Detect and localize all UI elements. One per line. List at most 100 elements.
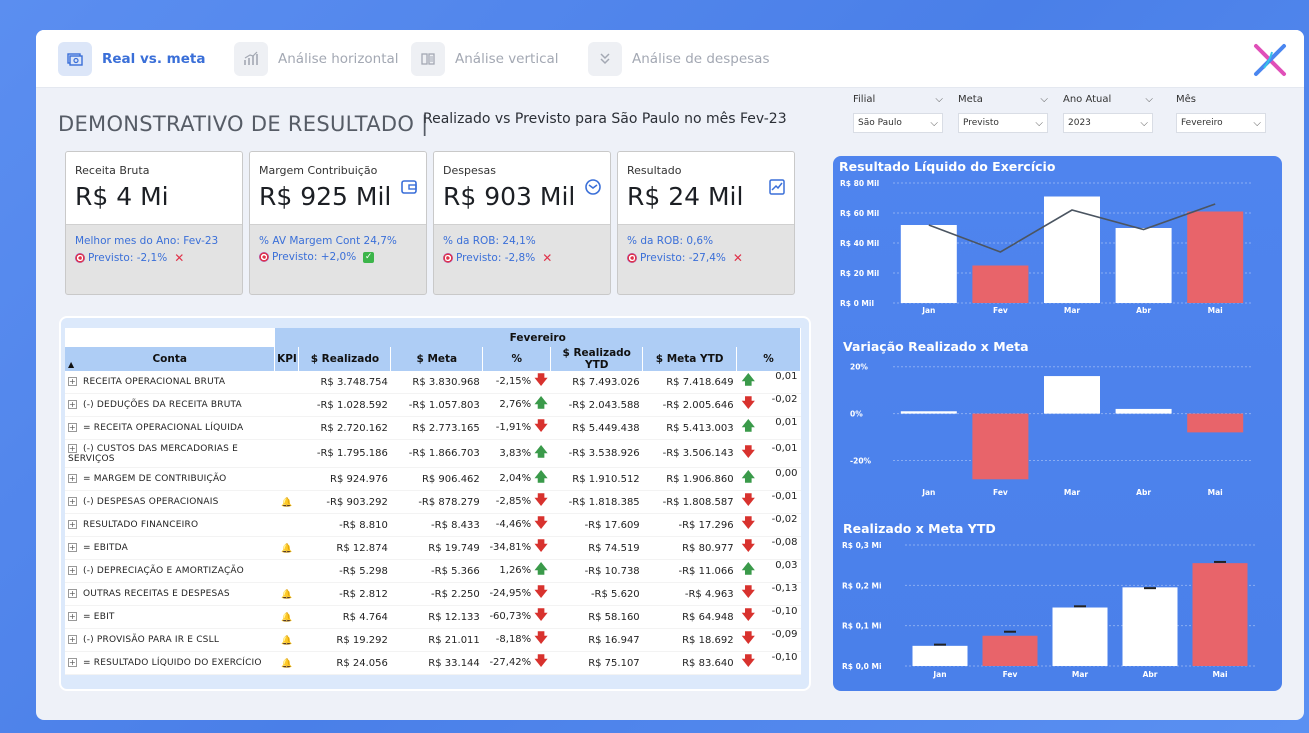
expand-icon[interactable]: + bbox=[68, 658, 77, 667]
table-row[interactable]: + = EBITDA 🔔 R$ 12.874 R$ 19.749 -34,81% 🡇 R$ … bbox=[65, 536, 801, 560]
expand-icon[interactable]: + bbox=[68, 377, 77, 386]
tab-real-vs-meta[interactable]: Real vs. meta bbox=[58, 42, 205, 76]
cell-pct-ytd: 🡅 0,03 bbox=[736, 559, 801, 583]
conta-label: RESULTADO FINANCEIRO bbox=[83, 520, 199, 530]
pct-ytd-value: -0,02 bbox=[771, 514, 798, 525]
chevron-down-icon[interactable]: ⌵ bbox=[1040, 94, 1048, 108]
table-row[interactable]: + (-) DESPESAS OPERACIONAIS 🔔 -R$ 903.292 -R… bbox=[65, 490, 801, 514]
expand-icon[interactable]: + bbox=[68, 612, 77, 621]
column-header-realizado[interactable]: $ Realizado bbox=[298, 347, 392, 371]
cell-pct: -1,91% 🡇 bbox=[482, 416, 551, 440]
table-row[interactable]: + (-) DEDUÇÕES DA RECEITA BRUTA -R$ 1.028.… bbox=[65, 393, 801, 417]
y-tick-label: R$ 40 Mil bbox=[840, 239, 879, 248]
table-row[interactable]: + = RESULTADO LÍQUIDO DO EXERCÍCIO 🔔 R$ 24.… bbox=[65, 651, 801, 675]
pct-value: 1,26% bbox=[499, 565, 532, 576]
x-tick-label: Fev bbox=[993, 306, 1008, 315]
cell-meta: R$ 21.011 bbox=[390, 628, 483, 652]
table-row[interactable]: + = RECEITA OPERACIONAL LÍQUIDA R$ 2.720.1… bbox=[65, 416, 801, 440]
cell-meta: R$ 19.749 bbox=[390, 536, 483, 560]
expand-icon[interactable]: + bbox=[68, 520, 77, 529]
x-tick-label: Jan bbox=[921, 306, 935, 315]
chart-variacao: 20% 0% -20% Jan Fev Mar Abr Mai bbox=[850, 363, 1251, 497]
chevron-down-icon: ⌵ bbox=[1253, 117, 1261, 129]
table-row[interactable]: + (-) CUSTOS DAS MERCADORIAS E SERVIÇOS -R… bbox=[65, 439, 801, 468]
column-header-conta[interactable]: Conta ▲ bbox=[65, 347, 276, 371]
filter-mes[interactable]: Mês Fevereiro ⌵ bbox=[1176, 94, 1266, 133]
expand-icon[interactable]: + bbox=[68, 423, 77, 432]
column-header-meta[interactable]: $ Meta bbox=[390, 347, 484, 371]
expand-icon[interactable]: + bbox=[68, 474, 77, 483]
kpi-value: R$ 903 Mil bbox=[443, 182, 576, 211]
kpi-detail: Melhor mes do Ano: Fev-23 bbox=[75, 235, 219, 247]
kpi-card-receita-bruta: Receita Bruta R$ 4 Mi Melhor mes do Ano:… bbox=[65, 151, 243, 295]
table-row[interactable]: + (-) PROVISÃO PARA IR E CSLL 🔔 R$ 19.292 R$… bbox=[65, 628, 801, 652]
table-row[interactable]: + RESULTADO FINANCEIRO -R$ 8.810 -R$ 8.433-… bbox=[65, 513, 801, 537]
filter-select[interactable]: Fevereiro ⌵ bbox=[1176, 113, 1266, 133]
expand-icon[interactable]: + bbox=[68, 566, 77, 575]
table-row[interactable]: + RECEITA OPERACIONAL BRUTA R$ 3.748.754 R$… bbox=[65, 371, 801, 394]
kpi-forecast-text: Previsto: -2,8% bbox=[456, 252, 536, 264]
sort-icon[interactable]: ▲ bbox=[68, 360, 74, 369]
column-header-meta-ytd[interactable]: $ Meta YTD bbox=[642, 347, 738, 371]
dre-table: Fevereiro Conta ▲ KPI $ Realizado $ Meta … bbox=[65, 328, 801, 675]
chevron-down-icon[interactable]: ⌵ bbox=[935, 94, 943, 108]
cell-meta: R$ 3.830.968 bbox=[390, 371, 483, 394]
cell-meta-ytd: -R$ 1.808.587 bbox=[642, 490, 737, 514]
cell-pct-ytd: 🡇 -0,02 bbox=[736, 513, 801, 537]
filter-select[interactable]: Previsto ⌵ bbox=[958, 113, 1048, 133]
expand-icon[interactable]: + bbox=[68, 635, 77, 644]
cell-kpi bbox=[274, 416, 299, 440]
x-tick-label: Abr bbox=[1136, 488, 1151, 497]
target-icon bbox=[75, 253, 85, 263]
filter-ano-atual[interactable]: Ano Atual ⌵ 2023 ⌵ bbox=[1063, 94, 1153, 133]
gauge-icon bbox=[584, 178, 602, 196]
expand-icon[interactable]: + bbox=[68, 589, 77, 598]
table-row[interactable]: + = MARGEM DE CONTRIBUIÇÃO R$ 924.976 R$ 90… bbox=[65, 467, 801, 491]
y-tick-label: R$ 0,3 Mi bbox=[842, 541, 882, 550]
x-tick-label: Mai bbox=[1208, 306, 1223, 315]
check-icon: ✓ bbox=[363, 251, 375, 263]
column-header-pct-ytd[interactable]: % bbox=[736, 347, 801, 371]
kpi-detail: % AV Margem Cont 24,7% bbox=[259, 235, 397, 247]
filter-label: Ano Atual bbox=[1063, 94, 1112, 105]
alert-icon: 🔔 bbox=[281, 543, 293, 554]
table-row[interactable]: + = EBIT 🔔 R$ 4.764 R$ 12.133 -60,73% 🡇 R$ 58.… bbox=[65, 605, 801, 629]
tab-label: Análise de despesas bbox=[632, 51, 770, 67]
cell-conta: + (-) DESPESAS OPERACIONAIS bbox=[65, 490, 275, 514]
cell-realizado: -R$ 8.810 bbox=[298, 513, 391, 537]
cell-conta: + = MARGEM DE CONTRIBUIÇÃO bbox=[65, 467, 275, 491]
cell-conta: + = EBIT bbox=[65, 605, 275, 629]
expand-icon[interactable]: + bbox=[68, 400, 77, 409]
filter-select[interactable]: São Paulo ⌵ bbox=[853, 113, 943, 133]
chevron-down-icon: ⌵ bbox=[930, 117, 938, 129]
filter-filial[interactable]: Filial ⌵ São Paulo ⌵ bbox=[853, 94, 943, 133]
x-tick-label: Jan bbox=[932, 670, 946, 679]
column-header-realizado-ytd[interactable]: $ Realizado YTD bbox=[550, 347, 644, 371]
cell-kpi: 🔔 bbox=[274, 536, 299, 560]
trend-up-icon bbox=[768, 178, 786, 196]
pct-ytd-value: 0,03 bbox=[775, 560, 798, 571]
table-row[interactable]: + (-) DEPRECIAÇÃO E AMORTIZAÇÃO -R$ 5.298-… bbox=[65, 559, 801, 583]
tab-analise-vertical[interactable]: Análise vertical bbox=[411, 42, 559, 76]
column-header-kpi[interactable]: KPI bbox=[274, 347, 300, 371]
table-row[interactable]: + OUTRAS RECEITAS E DESPESAS 🔔 -R$ 2.812 -R$… bbox=[65, 582, 801, 606]
filter-meta[interactable]: Meta ⌵ Previsto ⌵ bbox=[958, 94, 1048, 133]
expand-icon[interactable]: + bbox=[68, 443, 77, 453]
bar-fev bbox=[972, 413, 1029, 480]
column-header-pct[interactable]: % bbox=[482, 347, 552, 371]
tab-analise-horizontal[interactable]: Análise horizontal bbox=[234, 42, 399, 76]
filter-select[interactable]: 2023 ⌵ bbox=[1063, 113, 1153, 133]
conta-label: RECEITA OPERACIONAL BRUTA bbox=[83, 377, 226, 387]
alert-icon: 🔔 bbox=[281, 612, 293, 623]
conta-label: (-) CUSTOS DAS MERCADORIAS E SERVIÇOS bbox=[68, 443, 239, 464]
expand-icon[interactable]: + bbox=[68, 497, 77, 506]
cell-pct-ytd: 🡇 -0,10 bbox=[736, 651, 801, 675]
cell-realizado-ytd: -R$ 3.538.926 bbox=[550, 439, 643, 468]
cell-realizado: -R$ 903.292 bbox=[298, 490, 391, 514]
y-tick-label: R$ 80 Mil bbox=[840, 179, 879, 188]
expand-icon[interactable]: + bbox=[68, 543, 77, 552]
tab-analise-despesas[interactable]: Análise de despesas bbox=[588, 42, 770, 76]
kpi-card-despesas: Despesas R$ 903 Mil % da ROB: 24,1% Prev… bbox=[433, 151, 611, 295]
cell-realizado: -R$ 1.795.186 bbox=[298, 439, 391, 468]
chevron-down-icon[interactable]: ⌵ bbox=[1145, 94, 1153, 108]
